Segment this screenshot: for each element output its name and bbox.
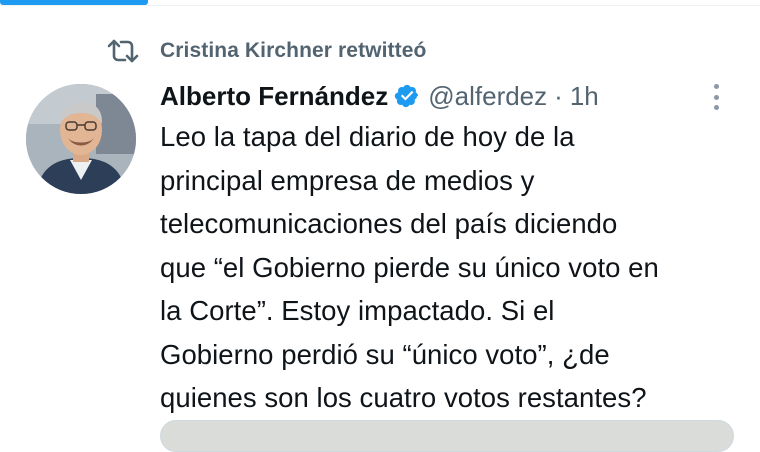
tweet-media-preview[interactable]: [160, 420, 734, 452]
retweet-icon: [106, 38, 140, 64]
verified-badge-icon: [394, 83, 420, 109]
tweet-text-line: principal empresa de medios y: [160, 164, 535, 196]
tweet-text-line: la Corte”. Estoy impactado. Si el: [160, 295, 555, 326]
retweet-label[interactable]: Cristina Kirchner retwitteó: [160, 39, 426, 63]
more-options-icon[interactable]: [704, 82, 728, 112]
tweet-text-line: Leo la tapa del diario de hoy de la: [160, 121, 575, 152]
tweet-text-line: quienes son los cuatro votos restantes?: [160, 382, 647, 413]
avatar[interactable]: [26, 84, 136, 194]
author-handle[interactable]: @alferdez: [428, 81, 547, 112]
header-separator: ·: [554, 80, 563, 111]
tweet-text-line: que “el Gobierno pierde su único voto en: [160, 251, 659, 283]
retweet-context[interactable]: Cristina Kirchner retwitteó: [106, 36, 426, 66]
top-divider: [0, 5, 760, 6]
tweet-text-line: Gobierno perdió su “único voto”, ¿de: [160, 338, 610, 370]
tweet-text: Leo la tapa del diario de hoy de la prin…: [160, 115, 755, 420]
tweet-text-line: telecomunicaciones del país diciendo: [160, 208, 618, 239]
tweet-timestamp[interactable]: 1h: [570, 81, 599, 112]
author-name[interactable]: Alberto Fernández: [160, 81, 388, 112]
tweet-header: Alberto Fernández @alferdez · 1h: [160, 78, 599, 114]
